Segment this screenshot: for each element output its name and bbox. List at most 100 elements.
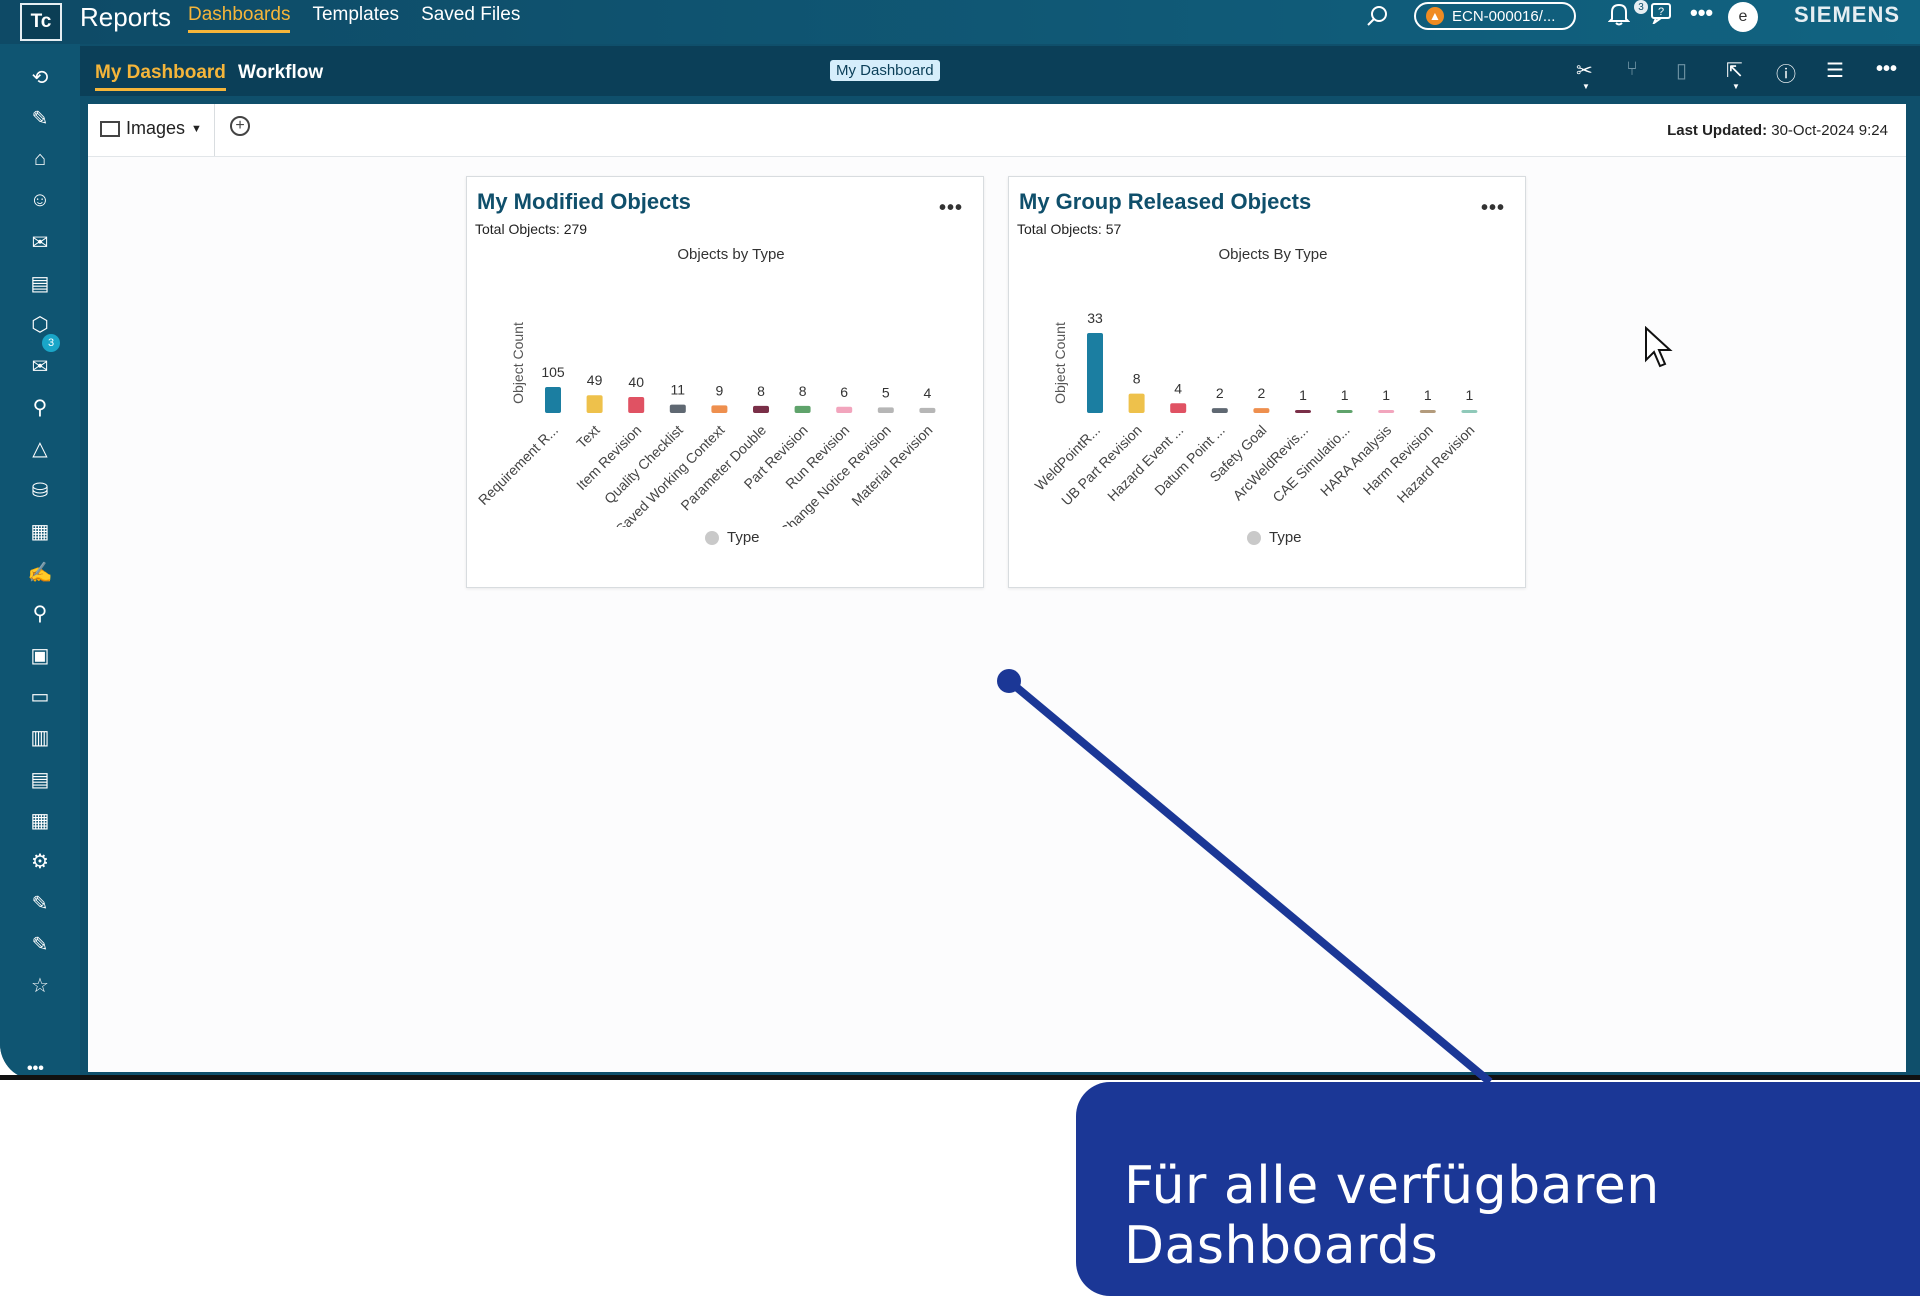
y-axis-label: Object Count [1052, 322, 1068, 404]
x-tick-label: Hazard Revision [1394, 422, 1478, 506]
avatar[interactable]: e [1728, 2, 1758, 32]
bar[interactable] [545, 387, 561, 413]
data-label: 1 [1341, 387, 1349, 403]
card-title[interactable]: My Modified Objects [477, 189, 691, 215]
image-doc-icon[interactable]: ▣ [27, 642, 53, 668]
bar[interactable] [1170, 403, 1187, 413]
stamp2-icon[interactable]: ⚲ [27, 601, 53, 627]
card-menu-icon[interactable]: ••• [939, 197, 963, 220]
chat-icon[interactable]: ✉ [27, 229, 53, 255]
chart-title: Objects by Type [677, 246, 784, 263]
more-icon[interactable]: ••• [1690, 0, 1713, 26]
tools-icon[interactable]: ✂ [1576, 58, 1593, 83]
svg-text:?: ? [1658, 6, 1664, 18]
edit-icon[interactable]: ✎ [27, 105, 53, 131]
last-updated-value: 30-Oct-2024 9:24 [1771, 122, 1888, 139]
bar[interactable] [1461, 410, 1478, 413]
overflow-menu-icon[interactable]: ••• [1876, 58, 1897, 81]
chevron-down-icon[interactable]: ▼ [1582, 82, 1590, 91]
inbox-icon[interactable]: ✉ [27, 353, 53, 379]
bar[interactable] [1211, 408, 1228, 413]
data-label: 33 [1087, 310, 1103, 326]
dashboard-content: Images ▼ + Last Updated: 30-Oct-2024 9:2… [88, 104, 1906, 1072]
stamp-icon[interactable]: ⚲ [27, 394, 53, 420]
data-label: 11 [671, 382, 686, 398]
nav-saved-files[interactable]: Saved Files [421, 4, 520, 33]
bar[interactable] [628, 396, 645, 413]
nav-dashboards[interactable]: Dashboards [188, 4, 291, 33]
data-label: 105 [541, 364, 565, 380]
bar[interactable] [877, 407, 894, 413]
bar[interactable] [794, 405, 811, 413]
robot-icon[interactable]: ☺ [27, 188, 53, 214]
top-bar: Tc Reports Dashboards Templates Saved Fi… [0, 0, 1920, 44]
card-subtitle: Total Objects: 279 [475, 221, 588, 237]
back-icon[interactable]: ⟲ [27, 64, 53, 90]
folder-icon[interactable]: ▤ [27, 271, 53, 297]
tab-my-dashboard[interactable]: My Dashboard [95, 62, 226, 91]
sub-header: My Dashboard Workflow My Dashboard ✂ ▼ ⑂… [80, 46, 1920, 96]
star-icon[interactable]: ☆ [27, 973, 53, 999]
tab-workflow[interactable]: Workflow [238, 62, 323, 84]
legend-label: Type [727, 529, 760, 546]
app-window: Tc Reports Dashboards Templates Saved Fi… [0, 0, 1920, 1080]
images-dropdown[interactable]: Images ▼ [100, 118, 202, 139]
info-icon[interactable]: ⓘ [1776, 58, 1796, 87]
notification-bell-icon[interactable] [1607, 2, 1631, 32]
doc-pen-icon[interactable]: ✍ [27, 560, 53, 586]
dashboard-toolbar: Images ▼ + Last Updated: 30-Oct-2024 9:2… [88, 104, 1906, 157]
folder2-icon[interactable]: ▭ [27, 684, 53, 710]
home-icon[interactable]: ⌂ [27, 147, 53, 173]
x-tick-label: Hazard Event ... [1104, 422, 1186, 504]
legend-dot [705, 530, 719, 545]
help-chat-icon[interactable]: ? [1650, 2, 1672, 30]
card-title[interactable]: My Group Released Objects [1019, 189, 1311, 215]
bar[interactable] [1336, 410, 1353, 413]
caption-box: Für alle verfügbaren Dashboards [1076, 1082, 1920, 1296]
bar[interactable] [836, 406, 853, 413]
edit2-icon[interactable]: ✎ [27, 931, 53, 957]
add-tile-icon[interactable]: + [230, 116, 250, 136]
brand-logo: SIEMENS [1794, 2, 1901, 27]
chart-title: Objects By Type [1219, 246, 1328, 263]
bar[interactable] [1419, 410, 1436, 413]
data-label: 2 [1216, 385, 1224, 401]
legend-label: Type [1269, 529, 1302, 546]
chart-legend[interactable]: Type [1247, 529, 1302, 546]
card-icon[interactable]: ▥ [27, 725, 53, 751]
report-icon[interactable]: ▤ [27, 766, 53, 792]
bar[interactable] [711, 405, 728, 413]
left-rail: ⟲ ✎ ⌂ ☺ ✉ ▤ ⬡ ✉ ⚲ △ ⛁ ▦ ✍ ⚲ ▣ ▭ ▥ ▤ ▦ ⚙ ✎ ✎ ☆ [0, 44, 80, 1080]
layers-icon[interactable]: ⛁ [27, 477, 53, 503]
share-icon[interactable]: ⇱ [1726, 58, 1743, 83]
triangle-icon[interactable]: △ [27, 436, 53, 462]
settings-icon[interactable]: ⚙ [27, 849, 53, 875]
nav-templates[interactable]: Templates [312, 4, 399, 33]
chart-legend[interactable]: Type [705, 529, 760, 546]
clipboard-icon: ▯ [1676, 60, 1688, 82]
bar[interactable] [1253, 408, 1270, 413]
dashboard-chip: My Dashboard [830, 60, 940, 81]
data-label: 8 [1133, 371, 1141, 387]
last-updated-label: Last Updated: [1667, 122, 1768, 139]
bar[interactable] [1295, 410, 1311, 413]
branch-icon: ⑂ [1626, 58, 1638, 80]
card-menu-icon[interactable]: ••• [1481, 197, 1505, 220]
bar[interactable] [1087, 333, 1103, 413]
toolbar-divider [214, 104, 215, 156]
bar[interactable] [669, 404, 686, 413]
doc-check-icon[interactable]: ▦ [27, 518, 53, 544]
bar[interactable] [753, 405, 769, 413]
bar[interactable] [1128, 393, 1145, 413]
search-icon[interactable] [1366, 4, 1390, 34]
table-icon[interactable]: ▦ [27, 807, 53, 833]
bar[interactable] [586, 395, 603, 413]
share-chevron-down-icon[interactable]: ▼ [1732, 82, 1740, 91]
bar[interactable] [1378, 410, 1395, 413]
discussion-icon[interactable]: ☰ [1826, 58, 1844, 83]
bar[interactable] [919, 407, 936, 413]
tc-logo[interactable]: Tc [20, 3, 62, 41]
change-context-pill[interactable]: ▲ ECN-000016/... [1414, 2, 1576, 30]
card-subtitle: Total Objects: 57 [1017, 221, 1122, 237]
audit-icon[interactable]: ✎ [27, 890, 53, 916]
